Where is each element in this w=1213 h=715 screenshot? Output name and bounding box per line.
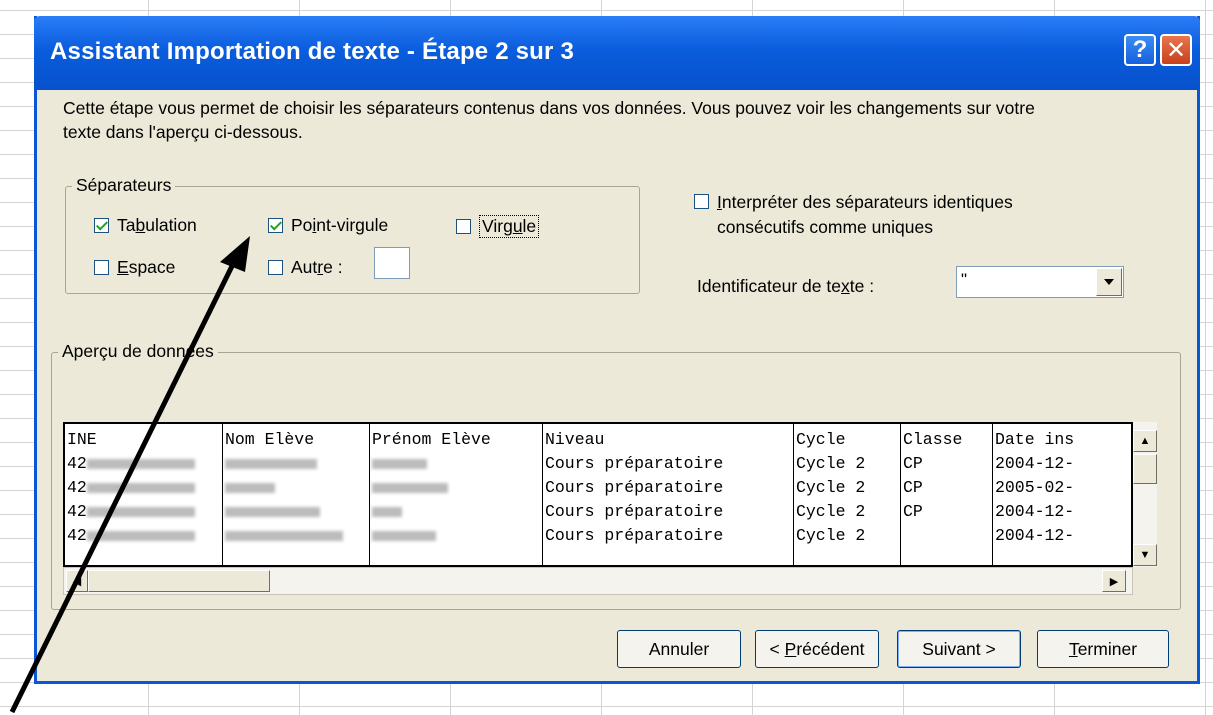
annotation-arrow <box>9 236 250 714</box>
